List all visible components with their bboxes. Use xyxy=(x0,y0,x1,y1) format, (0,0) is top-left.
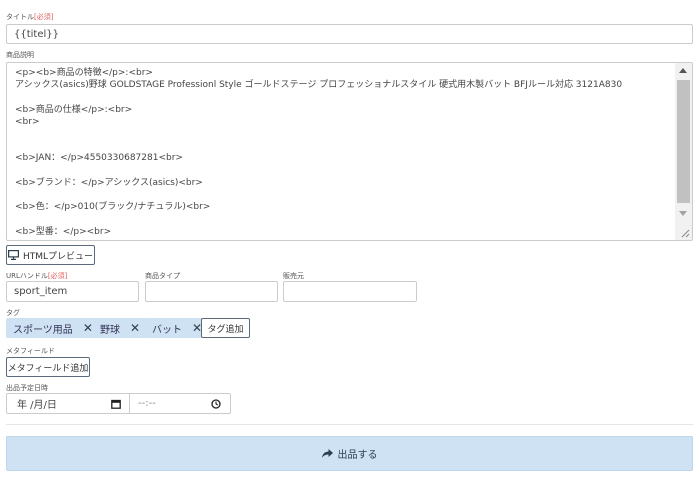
url-handle-input[interactable]: sport_item xyxy=(6,281,139,302)
monitor-icon xyxy=(7,250,19,260)
url-handle-required-badge: [必須] xyxy=(47,272,68,280)
remove-tag-icon[interactable]: ✕ xyxy=(130,322,140,334)
vendor-label: 販売元 xyxy=(283,272,304,280)
title-label: タイトル[必須] xyxy=(6,12,53,22)
url-handle-label: URLハンドル[必須] xyxy=(6,271,67,281)
description-scrollbar[interactable] xyxy=(675,63,692,240)
scrollbar-thumb[interactable] xyxy=(677,80,690,203)
date-placeholder: 年 /月/日 xyxy=(17,400,57,411)
add-metafield-button[interactable]: メタフィールド追加 xyxy=(6,357,90,377)
tag-chip: バット ✕ xyxy=(145,318,209,338)
add-tag-button[interactable]: タグ追加 xyxy=(201,318,250,338)
add-metafield-label: メタフィールド追加 xyxy=(7,363,89,374)
schedule-datetime-group: 年 /月/日 --:-- xyxy=(6,393,231,414)
add-tag-label: タグ追加 xyxy=(207,324,244,335)
scroll-down-arrow-icon[interactable] xyxy=(679,211,687,216)
share-arrow-icon xyxy=(321,449,333,458)
product-type-input[interactable] xyxy=(145,281,278,302)
description-label: 商品説明 xyxy=(6,51,34,59)
vendor-input[interactable] xyxy=(283,281,417,302)
schedule-time-input[interactable]: --:-- xyxy=(130,394,230,413)
title-label-text: タイトル xyxy=(6,13,34,21)
metafield-label: メタフィールド xyxy=(6,347,55,355)
title-input[interactable]: {{titel}} xyxy=(6,24,693,44)
url-handle-label-text: URLハンドル xyxy=(6,272,48,280)
tag-chip-label: バット xyxy=(152,324,182,336)
tag-chip-label: 野球 xyxy=(100,324,120,336)
html-preview-label: HTMLプレビュー xyxy=(22,251,94,262)
product-type-label: 商品タイプ xyxy=(145,272,180,280)
clock-icon[interactable] xyxy=(211,399,221,409)
schedule-date-input[interactable]: 年 /月/日 xyxy=(7,394,130,413)
submit-listing-button[interactable]: 出品する xyxy=(6,436,693,471)
time-placeholder: --:-- xyxy=(138,398,156,409)
title-required-badge: [必須] xyxy=(34,13,54,21)
section-divider xyxy=(6,424,693,425)
description-textarea-content: <p><b>商品の特徴</p>:<br> アシックス(asics)野球 GOLD… xyxy=(15,68,623,237)
calendar-icon[interactable] xyxy=(111,399,121,409)
schedule-label: 出品予定日時 xyxy=(6,384,48,392)
scroll-up-arrow-icon[interactable] xyxy=(679,68,687,73)
url-handle-value: sport_item xyxy=(14,286,68,297)
tag-chip: 野球 ✕ xyxy=(93,318,147,338)
tags-label: タグ xyxy=(6,309,20,317)
tag-chip-label: スポーツ用品 xyxy=(13,324,73,336)
remove-tag-icon[interactable]: ✕ xyxy=(83,322,93,334)
submit-label: 出品する xyxy=(337,450,378,461)
description-textarea[interactable]: <p><b>商品の特徴</p>:<br> アシックス(asics)野球 GOLD… xyxy=(6,62,693,241)
resize-grip-icon[interactable] xyxy=(681,229,690,238)
tag-chip: スポーツ用品 ✕ xyxy=(6,318,99,338)
html-preview-button[interactable]: HTMLプレビュー xyxy=(6,245,95,265)
title-input-value: {{titel}} xyxy=(14,28,59,40)
